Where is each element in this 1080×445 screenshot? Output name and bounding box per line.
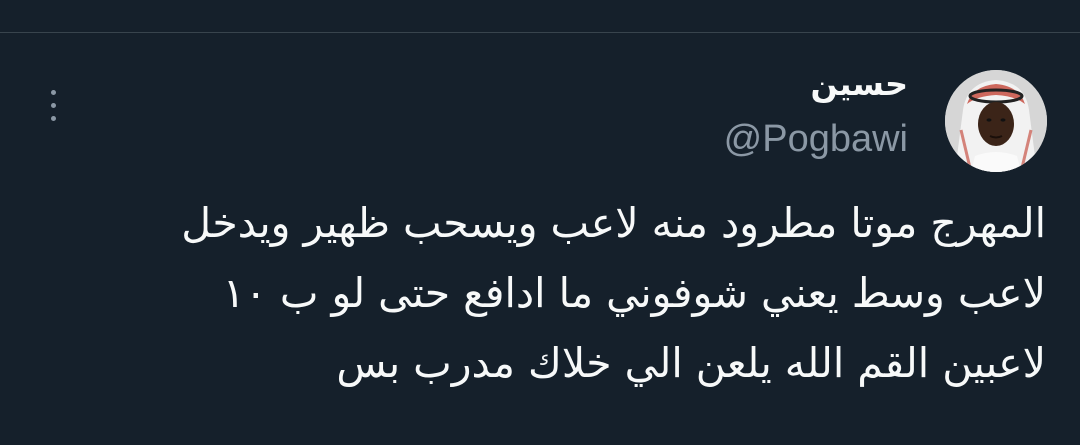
tweet-text-line: لاعبين القم الله يلعن الي خلاك مدرب بس xyxy=(336,339,1046,387)
more-vertical-icon-dot xyxy=(50,102,56,108)
more-options-button[interactable] xyxy=(36,85,70,125)
avatar-photo xyxy=(945,70,1047,172)
tweet-text-line: المهرج موتا مطرود منه لاعب ويسحب ظهير وي… xyxy=(181,199,1046,247)
tweet-text-line: لاعب وسط يعني شوفوني ما ادافع حتى لو ب ١… xyxy=(222,269,1046,317)
more-vertical-icon xyxy=(50,89,56,95)
author-avatar[interactable] xyxy=(945,70,1047,172)
author-display-name[interactable]: حسين xyxy=(811,62,908,106)
author-handle[interactable]: @Pogbawi xyxy=(724,116,908,162)
more-vertical-icon-dot xyxy=(50,115,56,121)
top-divider xyxy=(0,32,1080,33)
tweet-text: المهرج موتا مطرود منه لاعب ويسحب ظهير وي… xyxy=(46,188,1046,398)
